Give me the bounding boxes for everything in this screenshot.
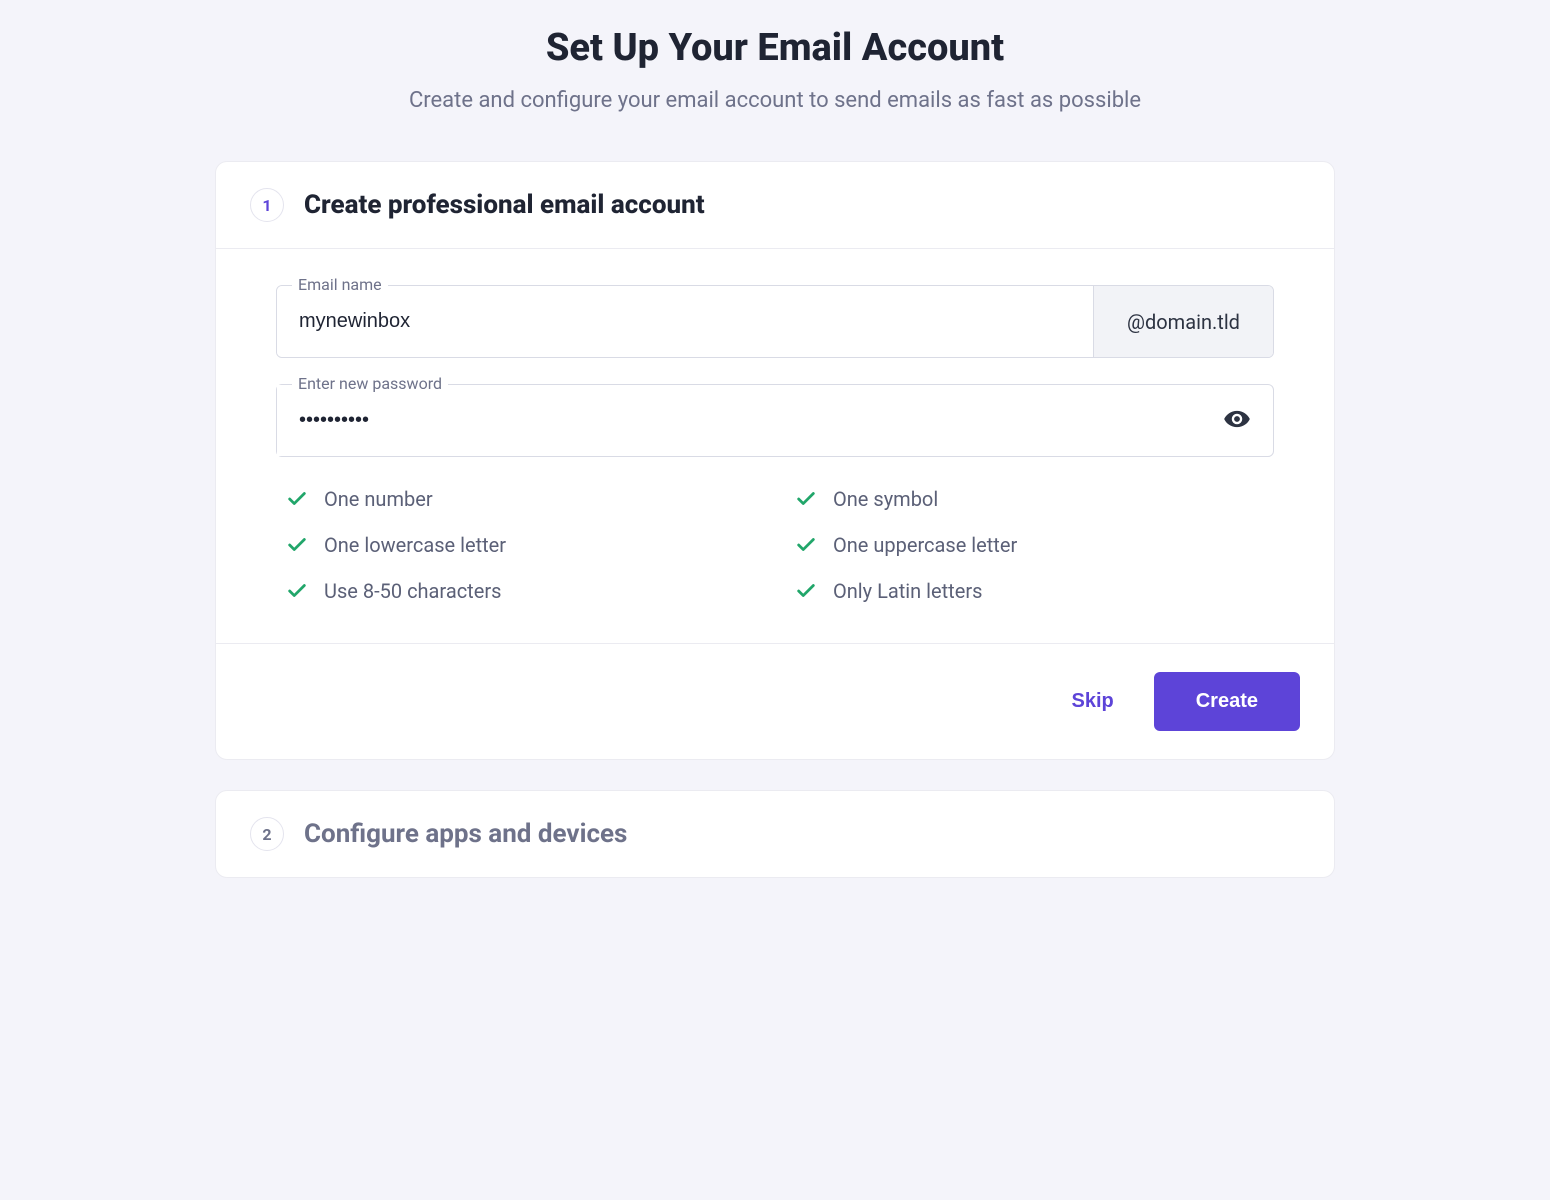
step-2-header: 2 Configure apps and devices <box>216 791 1334 877</box>
check-icon <box>286 488 308 510</box>
requirement-text: One number <box>324 487 433 511</box>
step-2-card[interactable]: 2 Configure apps and devices <box>215 790 1335 878</box>
toggle-password-visibility-button[interactable] <box>1201 405 1273 436</box>
password-field-group: Enter new password <box>276 384 1274 457</box>
step-1-card: 1 Create professional email account Emai… <box>215 161 1335 760</box>
requirement-item: One lowercase letter <box>286 533 755 557</box>
eye-icon <box>1223 405 1251 436</box>
step-1-title: Create professional email account <box>304 190 705 220</box>
step-2-badge: 2 <box>250 817 284 851</box>
step-1-body: Email name @domain.tld Enter new passwor… <box>216 249 1334 643</box>
password-label: Enter new password <box>292 374 448 393</box>
step-1-header: 1 Create professional email account <box>216 162 1334 248</box>
email-name-input[interactable] <box>277 286 1093 357</box>
requirement-item: One uppercase letter <box>795 533 1264 557</box>
check-icon <box>286 534 308 556</box>
requirement-text: Only Latin letters <box>833 579 982 603</box>
step-1-badge: 1 <box>250 188 284 222</box>
email-name-row: @domain.tld <box>276 285 1274 358</box>
requirement-text: One symbol <box>833 487 938 511</box>
email-name-field-group: Email name @domain.tld <box>276 285 1274 358</box>
create-button[interactable]: Create <box>1154 672 1300 731</box>
requirement-text: One lowercase letter <box>324 533 506 557</box>
password-row <box>276 384 1274 457</box>
password-requirements: One number One symbol One lowercase lett… <box>276 483 1274 633</box>
requirement-item: Use 8-50 characters <box>286 579 755 603</box>
page-subtitle: Create and configure your email account … <box>215 88 1335 113</box>
page-title: Set Up Your Email Account <box>215 26 1335 70</box>
requirement-text: Use 8-50 characters <box>324 579 501 603</box>
requirement-item: One number <box>286 487 755 511</box>
check-icon <box>795 580 817 602</box>
step-1-footer: Skip Create <box>216 643 1334 759</box>
skip-button[interactable]: Skip <box>1071 690 1113 713</box>
requirement-item: One symbol <box>795 487 1264 511</box>
requirement-text: One uppercase letter <box>833 533 1017 557</box>
email-domain-suffix: @domain.tld <box>1093 286 1273 357</box>
requirement-item: Only Latin letters <box>795 579 1264 603</box>
step-2-title: Configure apps and devices <box>304 819 627 849</box>
check-icon <box>286 580 308 602</box>
password-input[interactable] <box>277 385 1201 456</box>
check-icon <box>795 534 817 556</box>
email-name-label: Email name <box>292 275 388 294</box>
check-icon <box>795 488 817 510</box>
